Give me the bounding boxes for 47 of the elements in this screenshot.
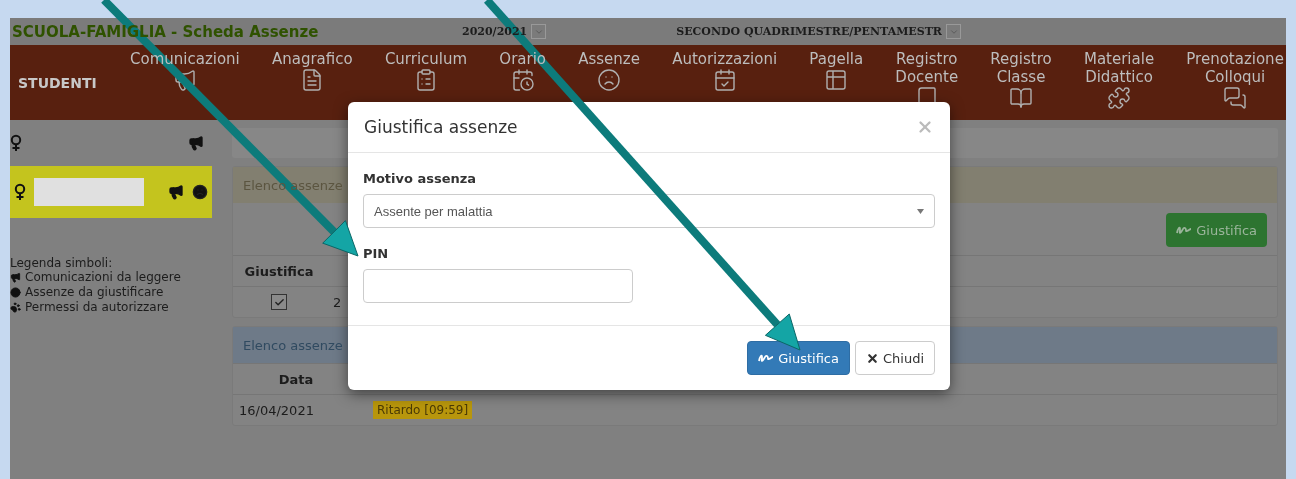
legend-item: Permessi da autorizzare bbox=[25, 300, 169, 315]
chat-icon[interactable] bbox=[1223, 85, 1248, 110]
table-cell-text: 16/04/2021 bbox=[238, 402, 315, 418]
signature-icon bbox=[758, 353, 775, 363]
female-symbol-icon bbox=[14, 183, 26, 201]
female-symbol-icon bbox=[10, 134, 22, 152]
megaphone-icon bbox=[10, 272, 21, 283]
justify-button[interactable]: Giustifica bbox=[747, 341, 850, 375]
period-label: SECONDO QUADRIMESTRE/PENTAMESTR bbox=[676, 25, 942, 38]
dialog-title: Giustifica assenze bbox=[364, 117, 518, 137]
calendar-clock-icon[interactable] bbox=[510, 67, 535, 92]
status-badge: Ritardo [09:59] bbox=[373, 401, 473, 419]
nav-item[interactable]: Autorizzazioni bbox=[672, 49, 778, 68]
paw-icon bbox=[10, 302, 21, 313]
legend-item: Assenze da giustificare bbox=[25, 285, 164, 300]
close-icon bbox=[865, 351, 879, 365]
caret-icon bbox=[917, 208, 924, 214]
column-header: Data bbox=[277, 371, 315, 387]
panel-title: Elenco assenze bbox=[243, 337, 343, 353]
nav-item[interactable]: Registro Docente bbox=[895, 49, 959, 86]
nav-item[interactable]: Curriculum bbox=[384, 49, 468, 68]
nav-item[interactable]: Pagella bbox=[809, 49, 864, 68]
checkbox[interactable] bbox=[271, 294, 287, 310]
pin-field[interactable] bbox=[363, 269, 633, 303]
table-icon[interactable] bbox=[824, 67, 849, 92]
legend-title: Legenda simboli: bbox=[10, 256, 114, 270]
megaphone-icon bbox=[168, 184, 184, 200]
field-label: Motivo assenza bbox=[363, 171, 478, 186]
field-label: PIN bbox=[363, 246, 390, 261]
megaphone-icon[interactable] bbox=[172, 67, 197, 92]
nav-item[interactable]: Assenze bbox=[578, 49, 640, 68]
puzzle-icon[interactable] bbox=[1107, 85, 1131, 110]
nav-item[interactable]: Registro Classe bbox=[990, 49, 1052, 86]
column-header: Giustifica bbox=[243, 263, 315, 279]
nav-item[interactable]: Materiale Didattico bbox=[1083, 49, 1155, 86]
clipboard-icon[interactable] bbox=[414, 67, 438, 92]
signature-icon bbox=[1176, 225, 1193, 235]
reason-select[interactable]: Assente per malattia bbox=[363, 194, 935, 228]
table-cell-text: 2 bbox=[332, 294, 342, 310]
nav-item[interactable]: Anagrafico bbox=[271, 49, 353, 68]
close-button[interactable]: Chiudi bbox=[854, 341, 935, 375]
section-title: STUDENTI bbox=[17, 74, 98, 91]
megaphone-icon bbox=[188, 135, 204, 151]
calendar-icon[interactable] bbox=[712, 67, 737, 92]
check-icon bbox=[273, 296, 285, 308]
legend-item: Comunicazioni da leggere bbox=[25, 270, 181, 285]
nav-item[interactable]: Prenotazione Colloqui bbox=[1186, 49, 1284, 86]
